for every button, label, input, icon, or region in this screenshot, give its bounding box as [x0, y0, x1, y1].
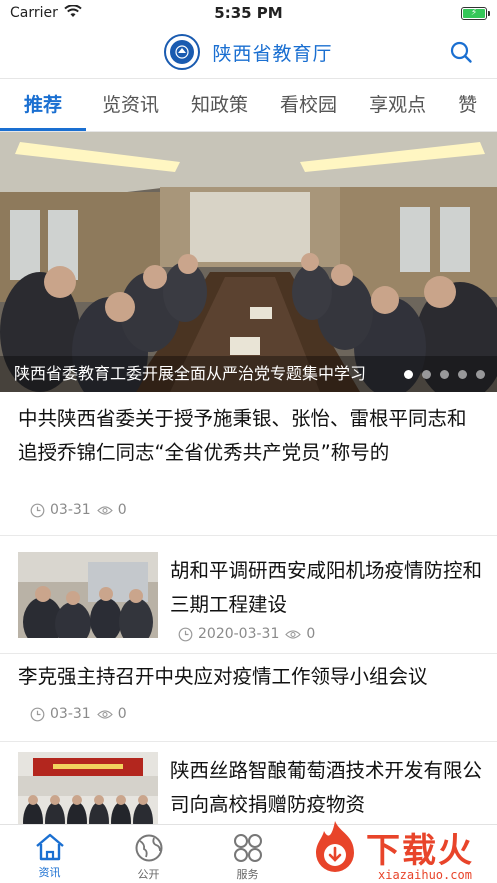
tabbar-service[interactable]: 服务	[198, 825, 297, 883]
tabbar-label: 服务	[236, 868, 259, 881]
clock-icon	[30, 707, 45, 721]
flame-download-icon	[316, 820, 354, 872]
tab-opinion[interactable]: 享观点	[353, 79, 442, 131]
news-meta: 03-31 0	[30, 502, 127, 518]
tab-praise[interactable]: 赞	[442, 79, 493, 131]
watermark-url: xiazaihuo.com	[378, 868, 472, 882]
clock-icon	[30, 503, 45, 517]
news-thumbnail	[18, 552, 158, 638]
news-views: 0	[117, 706, 127, 722]
news-views: 0	[306, 626, 316, 642]
banner-dot[interactable]	[440, 370, 449, 379]
home-icon	[35, 833, 64, 861]
news-date: 03-31	[50, 706, 91, 722]
tabbar-news[interactable]: 资讯	[0, 825, 99, 883]
tabbar-label: 公开	[137, 868, 160, 881]
banner-dot[interactable]	[476, 370, 485, 379]
battery-charging-icon: ⚡	[463, 8, 485, 18]
app-header: 陕西省教育厅	[0, 26, 497, 78]
tab-recommend[interactable]: 推荐	[0, 79, 87, 131]
tab-campus[interactable]: 看校园	[264, 79, 353, 131]
status-time: 5:35 PM	[214, 4, 283, 22]
watermark: 下载火 xiazaihuo.com	[300, 812, 497, 883]
eye-icon	[96, 505, 113, 515]
watermark-text: 下载火	[366, 831, 474, 871]
status-right: ⚡	[317, 6, 490, 20]
news-meta: 03-31 0	[30, 706, 127, 722]
tab-policy[interactable]: 知政策	[175, 79, 264, 131]
tabbar-public[interactable]: 公开	[99, 825, 198, 883]
eye-icon	[96, 709, 113, 719]
news-meta: 2020-03-31 0	[178, 626, 315, 642]
banner-dot[interactable]	[458, 370, 467, 379]
status-bar: Carrier 5:35 PM ⚡	[0, 0, 497, 26]
status-left: Carrier	[10, 3, 180, 22]
eye-icon	[285, 629, 302, 639]
category-tabs: 推荐 览资讯 知政策 看校园 享观点 赞	[0, 78, 497, 132]
banner-pagination	[404, 370, 485, 379]
news-date: 2020-03-31	[198, 626, 280, 642]
news-views: 0	[117, 502, 127, 518]
news-item[interactable]: 李克强主持召开中央应对疫情工作领导小组会议 03-31 0	[0, 654, 497, 742]
banner-carousel[interactable]: 陕西省委教育工委开展全面从严治党专题集中学习	[0, 132, 497, 392]
banner-dot[interactable]	[404, 370, 413, 379]
seal-logo-icon	[164, 34, 201, 70]
news-title: 中共陕西省委关于授予施秉银、张怡、雷根平同志和追授乔锦仁同志“全省优秀共产党员”…	[18, 407, 467, 464]
news-title: 胡和平调研西安咸阳机场疫情防控和三期工程建设	[170, 559, 483, 616]
news-item[interactable]: 胡和平调研西安咸阳机场疫情防控和三期工程建设 2020-03-31 0	[0, 542, 497, 654]
battery-icon: ⚡	[461, 6, 490, 20]
meeting-room-photo	[0, 132, 497, 392]
banner-dot[interactable]	[422, 370, 431, 379]
globe-icon	[135, 834, 162, 862]
clock-icon	[178, 627, 193, 641]
carrier-label: Carrier	[10, 5, 58, 21]
news-item[interactable]: 中共陕西省委关于授予施秉银、张怡、雷根平同志和追授乔锦仁同志“全省优秀共产党员”…	[0, 392, 497, 536]
search-icon	[450, 41, 472, 63]
grid-icon	[233, 834, 262, 862]
search-button[interactable]	[447, 38, 475, 66]
app-title: 陕西省教育厅	[212, 42, 333, 65]
news-title: 李克强主持召开中央应对疫情工作领导小组会议	[18, 665, 428, 688]
news-date: 03-31	[50, 502, 91, 518]
wifi-icon	[64, 3, 82, 22]
tab-news[interactable]: 览资讯	[86, 79, 175, 131]
tabbar-label: 资讯	[38, 866, 61, 879]
